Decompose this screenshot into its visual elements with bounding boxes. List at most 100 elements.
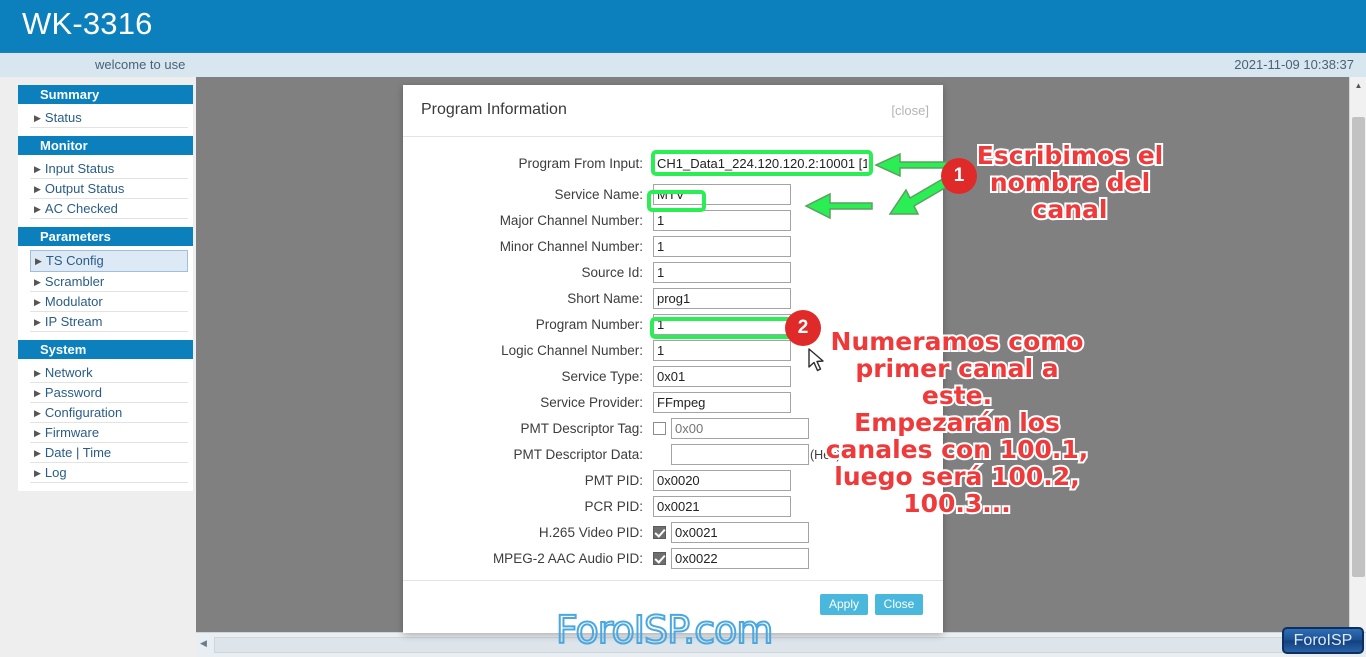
field-control: [653, 548, 809, 569]
mouse-cursor-icon: [808, 348, 824, 372]
pmt-descriptor-tag-input[interactable]: [671, 418, 809, 439]
sidebar-item-log[interactable]: ▶ Log: [30, 463, 188, 483]
h265-video-pid-input[interactable]: [671, 522, 809, 543]
sidebar-item-network[interactable]: ▶ Network: [30, 363, 188, 383]
minor-channel-number-input[interactable]: [653, 236, 791, 257]
sidebar-group-parameters: Parameters: [18, 227, 193, 246]
vertical-scrollbar[interactable]: ▲: [1349, 77, 1366, 632]
field-row-source-id: Source Id:: [403, 260, 943, 285]
sidebar-list-parameters: ▶ TS Config ▶ Scrambler ▶ Modulator ▶ IP Str…: [18, 246, 193, 332]
sidebar-item-date-time[interactable]: ▶ Date | Time: [30, 443, 188, 463]
field-control: [653, 470, 791, 491]
sidebar-item-label: Configuration: [44, 405, 123, 420]
sidebar-item-input-status[interactable]: ▶ Input Status: [30, 159, 188, 179]
sidebar-item-ac-checked[interactable]: ▶ AC Checked: [30, 199, 188, 219]
chevron-right-icon: ▶: [34, 164, 41, 174]
highlight-program-number: [650, 317, 801, 339]
marker-2: 2: [785, 310, 821, 346]
sidebar-item-label: Password: [44, 385, 102, 400]
field-control: [653, 522, 809, 543]
field-control: [653, 262, 791, 283]
close-button[interactable]: Close: [875, 594, 923, 615]
note-line: nombre del: [988, 167, 1152, 198]
sidebar-group-monitor: Monitor: [18, 136, 193, 155]
sidebar-list-monitor: ▶ Input Status ▶ Output Status ▶ AC Checked: [18, 155, 193, 219]
sidebar-group-system: System: [18, 340, 193, 359]
scroll-up-icon[interactable]: ▲: [1350, 77, 1366, 94]
sidebar-item-label: Scrambler: [44, 274, 105, 289]
vertical-scroll-thumb[interactable]: [1352, 117, 1365, 577]
sidebar-item-firmware[interactable]: ▶ Firmware: [30, 423, 188, 443]
chevron-right-icon: ▶: [34, 408, 41, 418]
sidebar: Summary ▶ Status Monitor ▶ Input Status ▶ O…: [0, 77, 196, 657]
field-control: [653, 366, 791, 387]
sub-header-bar: welcome to use 2021-11-09 10:38:37: [0, 52, 1366, 77]
field-control: [653, 340, 791, 361]
chevron-right-icon: ▶: [34, 468, 41, 478]
h265-video-pid-checkbox[interactable]: [653, 526, 666, 539]
note-line: Escribimos el: [975, 140, 1165, 171]
sidebar-item-label: Modulator: [44, 294, 103, 309]
field-label: Service Name:: [554, 187, 643, 202]
sidebar-item-status[interactable]: ▶ Status: [30, 108, 188, 128]
field-label: Minor Channel Number:: [499, 239, 643, 254]
apply-button[interactable]: Apply: [820, 594, 868, 615]
sidebar-item-label: TS Config: [45, 253, 104, 268]
sidebar-item-configuration[interactable]: ▶ Configuration: [30, 403, 188, 423]
field-control: [653, 288, 791, 309]
pcr-pid-input[interactable]: [653, 496, 791, 517]
chevron-right-icon: ▶: [34, 184, 41, 194]
sidebar-group-summary: Summary: [18, 85, 193, 104]
sidebar-item-label: Status: [44, 110, 82, 125]
service-provider-input[interactable]: [653, 392, 791, 413]
app-root: WK-3316 welcome to use 2021-11-09 10:38:…: [0, 0, 1366, 657]
chevron-right-icon: ▶: [34, 428, 41, 438]
mpeg2-aac-audio-pid-input[interactable]: [671, 548, 809, 569]
highlight-service-name: [647, 190, 706, 212]
pmt-descriptor-data-input[interactable]: [671, 444, 809, 465]
close-link[interactable]: [close]: [891, 103, 929, 118]
field-control: [653, 210, 791, 231]
datetime-display: 2021-11-09 10:38:37: [1234, 57, 1354, 72]
watermark-text: ForoISP.com: [555, 607, 774, 653]
major-channel-number-input[interactable]: [653, 210, 791, 231]
note-line: Empezarán los: [852, 407, 1062, 438]
note-line: primer canal a: [853, 353, 1060, 384]
field-label: Program Number:: [535, 317, 643, 332]
source-id-input[interactable]: [653, 262, 791, 283]
logic-channel-number-input[interactable]: [653, 340, 791, 361]
mpeg2-aac-audio-pid-checkbox[interactable]: [653, 552, 666, 565]
short-name-input[interactable]: [653, 288, 791, 309]
sidebar-item-output-status[interactable]: ▶ Output Status: [30, 179, 188, 199]
annotation-note-1: Escribimos el nombre del canal: [975, 140, 1165, 225]
field-label: MPEG-2 AAC Audio PID:: [492, 551, 643, 566]
pmt-pid-input[interactable]: [653, 470, 791, 491]
field-label: PMT Descriptor Tag:: [520, 421, 643, 436]
sidebar-list-summary: ▶ Status: [18, 104, 193, 128]
field-label: Logic Channel Number:: [501, 343, 643, 358]
service-type-input[interactable]: [653, 366, 791, 387]
chevron-right-icon: ▶: [34, 113, 41, 123]
chevron-right-icon: ▶: [35, 256, 42, 266]
annotation-note-2: Numeramos como primer canal a este. Empe…: [822, 326, 1092, 519]
sidebar-item-ip-stream[interactable]: ▶ IP Stream: [30, 312, 188, 332]
chevron-right-icon: ▶: [34, 388, 41, 398]
field-control: (Hex): [653, 444, 841, 465]
scroll-left-icon[interactable]: ◀: [200, 638, 207, 649]
field-label: H.265 Video PID:: [538, 525, 643, 540]
field-label: Program From Input:: [518, 156, 643, 171]
note-line: canal: [1031, 194, 1110, 225]
field-row-minor-channel-number: Minor Channel Number:: [403, 234, 943, 259]
sidebar-list-system: ▶ Network ▶ Password ▶ Configuration ▶ Firmw…: [18, 359, 193, 483]
chevron-right-icon: ▶: [34, 448, 41, 458]
horizontal-scrollbar[interactable]: ◀: [196, 632, 1366, 657]
sidebar-item-ts-config[interactable]: ▶ TS Config: [30, 250, 188, 272]
chevron-right-icon: ▶: [34, 204, 41, 214]
horizontal-scroll-thumb[interactable]: [214, 637, 1354, 653]
pmt-descriptor-tag-checkbox[interactable]: [653, 422, 666, 435]
field-label: PMT Descriptor Data:: [513, 447, 643, 462]
chevron-right-icon: ▶: [34, 317, 41, 327]
sidebar-item-modulator[interactable]: ▶ Modulator: [30, 292, 188, 312]
sidebar-item-password[interactable]: ▶ Password: [30, 383, 188, 403]
sidebar-item-scrambler[interactable]: ▶ Scrambler: [30, 272, 188, 292]
